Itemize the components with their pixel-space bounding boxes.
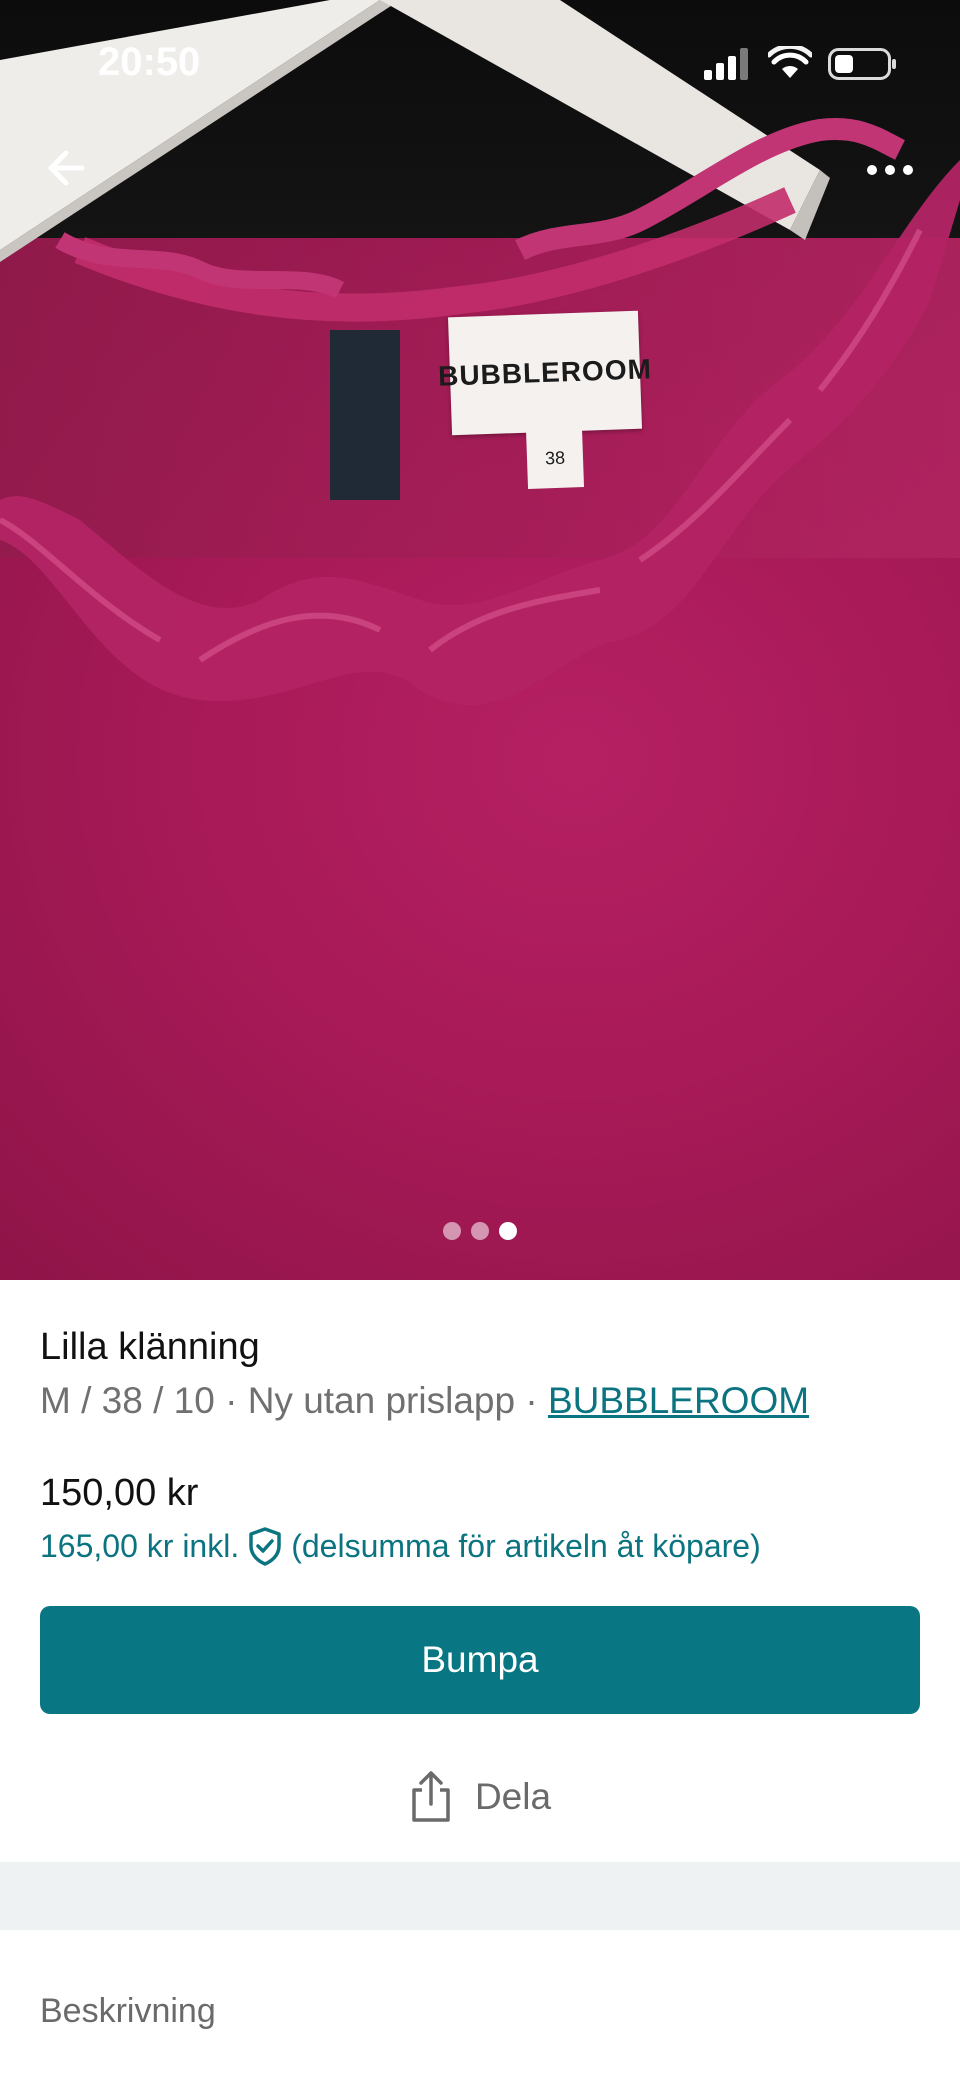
share-label: Dela <box>474 1776 552 1817</box>
carousel-dot[interactable] <box>443 1222 461 1240</box>
product-photo[interactable]: BUBBLEROOM 38 20:50 <box>0 0 960 1280</box>
clock: 20:50 <box>98 40 201 84</box>
share-button[interactable]: Dela <box>0 1770 960 1824</box>
more-options-icon[interactable] <box>862 150 918 190</box>
description-section: Beskrivning <box>0 1930 960 2078</box>
status-bar: 20:50 <box>0 0 960 120</box>
listing-meta-text: M / 38 / 10 · Ny utan prislapp · <box>40 1380 548 1421</box>
listing-meta: M / 38 / 10 · Ny utan prislapp · BUBBLER… <box>40 1380 809 1422</box>
share-icon <box>412 1771 450 1822</box>
carousel-dot-active[interactable] <box>499 1222 517 1240</box>
price-incl-amount: 165,00 kr inkl. <box>40 1527 240 1564</box>
price-incl-note: (delsumma för artikeln åt köpare) <box>291 1527 761 1564</box>
bump-button[interactable]: Bumpa <box>40 1606 920 1714</box>
cellular-signal-icon <box>704 48 748 80</box>
brand-label-tag: BUBBLEROOM <box>438 310 652 436</box>
price-incl-buyer-protection[interactable]: 165,00 kr inkl. (delsumma för artikeln å… <box>40 1526 761 1566</box>
brand-link[interactable]: BUBBLEROOM <box>548 1380 809 1421</box>
battery-icon <box>828 48 896 80</box>
shield-check-icon <box>249 1527 281 1566</box>
wifi-icon <box>768 46 812 78</box>
listing-details: Lilla klänning M / 38 / 10 · Ny utan pri… <box>0 1280 960 1862</box>
description-label: Beskrivning <box>40 1992 216 2030</box>
size-label-tag: 38 <box>525 427 585 489</box>
carousel-dot[interactable] <box>471 1222 489 1240</box>
carousel-indicator <box>0 1222 960 1240</box>
listing-price: 150,00 kr <box>40 1472 199 1514</box>
listing-title: Lilla klänning <box>40 1326 260 1368</box>
section-separator <box>0 1862 960 1930</box>
back-arrow-icon[interactable] <box>40 140 96 196</box>
